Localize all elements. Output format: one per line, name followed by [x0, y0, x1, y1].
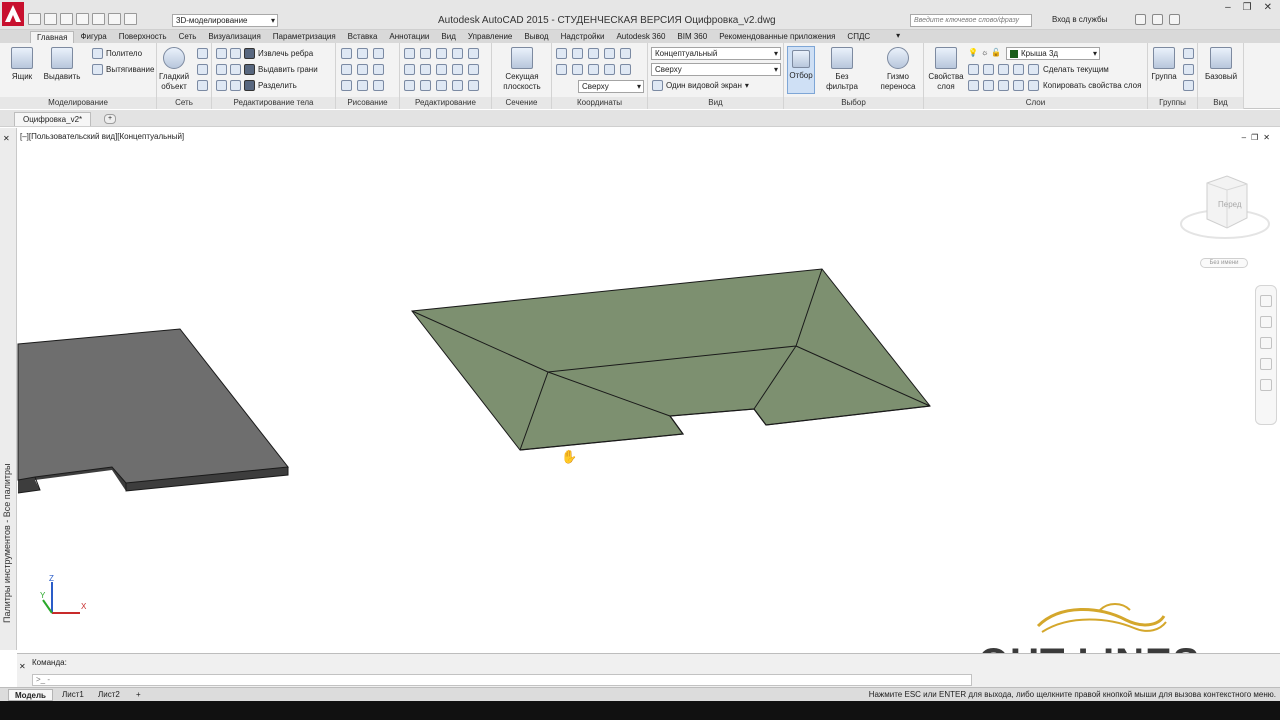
screen-bottom-strip	[0, 701, 1280, 720]
steering-wheel-icon[interactable]	[1260, 295, 1272, 307]
command-close-icon[interactable]: ✕	[19, 662, 26, 671]
svg-text:Y: Y	[40, 591, 46, 600]
svg-text:X: X	[81, 602, 87, 611]
zoom-icon[interactable]	[1260, 337, 1272, 349]
command-input[interactable]: >_ -	[32, 674, 972, 686]
status-message: Нажмите ESC или ENTER для выхода, либо щ…	[868, 690, 1276, 699]
pan-cursor-icon: ✋	[561, 449, 578, 464]
orbit-icon[interactable]	[1260, 358, 1272, 370]
out-lines-logo-swirl	[1036, 603, 1167, 633]
showmotion-icon[interactable]	[1260, 379, 1272, 391]
tab-layout1[interactable]: Лист1	[56, 689, 90, 701]
add-layout-plus-icon[interactable]: +	[130, 689, 147, 701]
ucs-axis-icon: Z X Y	[40, 574, 87, 614]
navigation-bar	[1255, 285, 1277, 425]
viewcube-face-label[interactable]: Перед	[1218, 200, 1242, 209]
ucs-menu[interactable]: Без имени	[1200, 258, 1248, 268]
roof-model[interactable]	[411, 268, 931, 451]
command-history: Команда:	[32, 658, 67, 667]
floor-slab[interactable]	[17, 328, 289, 494]
tab-layout2[interactable]: Лист2	[92, 689, 126, 701]
svg-text:Z: Z	[49, 574, 54, 583]
pan-icon[interactable]	[1260, 316, 1272, 328]
command-line: ✕ Команда: >_ -	[17, 653, 1280, 687]
status-bar: Модель Лист1 Лист2 + Нажмите ESC или ENT…	[0, 687, 1280, 701]
tab-model[interactable]: Модель	[8, 689, 53, 701]
